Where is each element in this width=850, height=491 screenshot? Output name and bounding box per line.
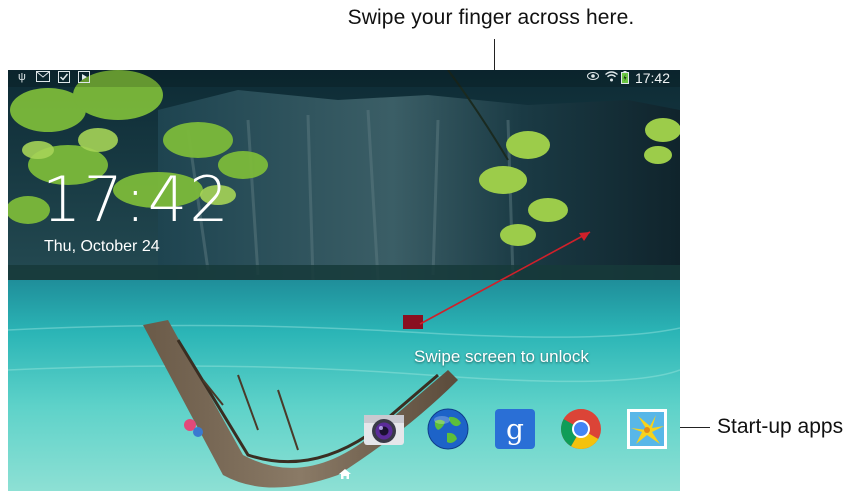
play-store-icon — [78, 71, 90, 84]
smart-stay-eye-icon — [587, 71, 599, 84]
tablet-lock-screen[interactable]: ψ 17:42 17:42 Thu, October 24 Swipe scre… — [8, 70, 680, 491]
camera-icon[interactable] — [363, 408, 405, 450]
internet-globe-icon[interactable] — [427, 408, 469, 450]
battery-charging-icon — [621, 71, 629, 84]
gallery-icon[interactable] — [626, 408, 668, 450]
swipe-callout: Swipe your finger across here. — [347, 6, 635, 29]
usb-icon: ψ — [18, 71, 26, 83]
startup-apps-callout: Start-up apps — [717, 415, 844, 438]
chrome-icon[interactable] — [560, 408, 602, 450]
unlock-hint[interactable]: Swipe screen to unlock — [414, 347, 589, 367]
task-icon — [58, 71, 70, 84]
wifi-icon — [605, 71, 618, 84]
lock-date: Thu, October 24 — [44, 238, 160, 255]
status-time: 17:42 — [634, 70, 670, 86]
google-search-icon[interactable]: g — [494, 408, 536, 450]
home-icon[interactable] — [338, 467, 352, 479]
gmail-icon — [36, 71, 50, 84]
lock-clock: 17:42 — [42, 163, 231, 236]
svg-text:g: g — [506, 413, 524, 446]
status-bar: ψ 17:42 — [8, 70, 680, 87]
